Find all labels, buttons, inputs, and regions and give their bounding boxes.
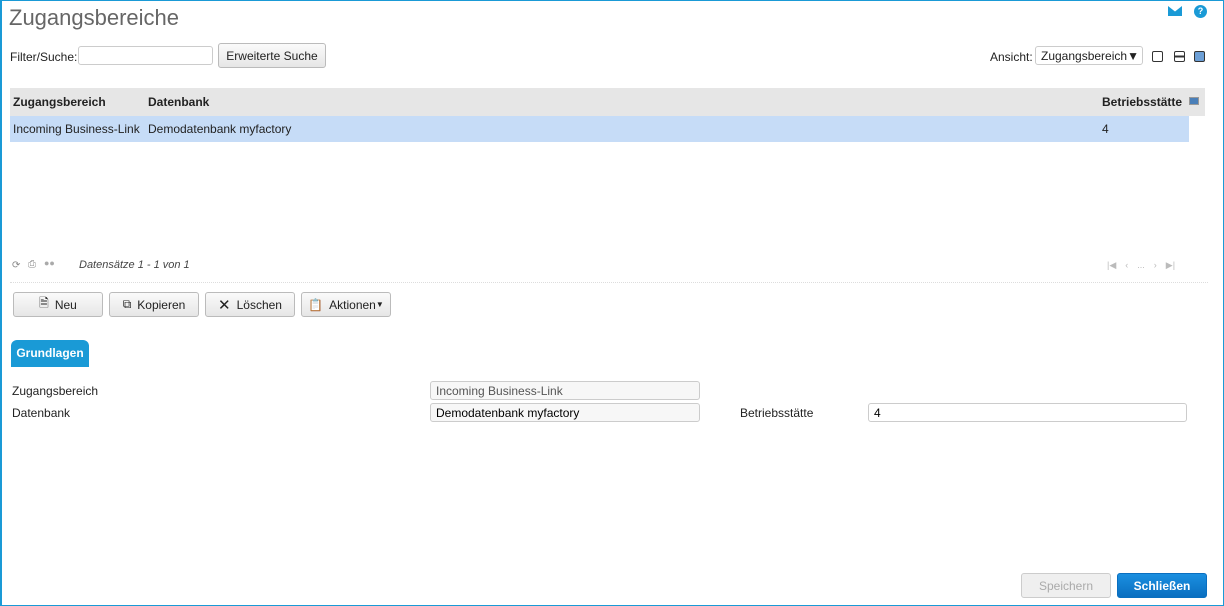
actions-button[interactable]: 📋 Aktionen ▼ bbox=[301, 292, 391, 317]
page-title: Zugangsbereiche bbox=[9, 5, 180, 30]
column-header[interactable]: Datenbank bbox=[148, 88, 209, 116]
new-button[interactable]: 🗎 Neu bbox=[13, 292, 103, 317]
settings-dots-icon[interactable]: ●● bbox=[44, 258, 55, 268]
document-icon: 🗎 bbox=[39, 296, 49, 310]
delete-button[interactable]: ✕ Löschen bbox=[205, 292, 295, 317]
filter-label: Filter/Suche: bbox=[10, 50, 78, 64]
help-icon[interactable]: ? bbox=[1194, 5, 1207, 18]
layout-split-icon[interactable] bbox=[1174, 51, 1185, 62]
table-row[interactable]: Incoming Business-Link Demodatenbank myf… bbox=[10, 116, 1189, 142]
cell-datenbank: Demodatenbank myfactory bbox=[148, 122, 292, 136]
save-button[interactable]: Speichern bbox=[1021, 573, 1111, 598]
next-page-icon[interactable]: › bbox=[1154, 260, 1157, 271]
view-select[interactable]: Zugangsbereich ▼ bbox=[1035, 46, 1143, 65]
print-icon[interactable]: ⎙ bbox=[28, 259, 36, 270]
column-header[interactable]: Zugangsbereich bbox=[13, 88, 106, 116]
zugangsbereich-label: Zugangsbereich bbox=[12, 384, 99, 398]
close-button[interactable]: Schließen bbox=[1117, 573, 1207, 598]
tab-grundlagen[interactable]: Grundlagen bbox=[11, 340, 89, 367]
caret-down-icon: ▼ bbox=[375, 300, 384, 309]
refresh-icon[interactable]: ⟳ bbox=[12, 260, 20, 271]
first-page-icon[interactable]: |◀ bbox=[1107, 260, 1116, 271]
page-ellipsis: ... bbox=[1137, 260, 1145, 270]
grid-header: Zugangsbereich Datenbank Betriebsstätte bbox=[10, 88, 1205, 116]
zugangsbereich-field[interactable] bbox=[430, 381, 700, 400]
datenbank-field[interactable] bbox=[430, 403, 700, 422]
divider bbox=[10, 282, 1208, 283]
cell-betriebsstaette: 4 bbox=[1102, 122, 1109, 136]
layout-detail-icon[interactable] bbox=[1194, 51, 1205, 62]
column-chooser-icon[interactable] bbox=[1189, 97, 1199, 105]
advanced-search-button[interactable]: Erweiterte Suche bbox=[218, 43, 326, 68]
prev-page-icon[interactable]: ‹ bbox=[1125, 260, 1128, 271]
layout-list-icon[interactable] bbox=[1152, 51, 1163, 62]
copy-icon: ⧉ bbox=[122, 297, 132, 311]
filter-input[interactable] bbox=[78, 46, 213, 65]
clipboard-icon: 📋 bbox=[308, 297, 324, 312]
cell-zugangsbereich: Incoming Business-Link bbox=[13, 122, 140, 136]
datenbank-label: Datenbank bbox=[12, 406, 71, 420]
view-label: Ansicht: bbox=[990, 50, 1033, 64]
column-header[interactable]: Betriebsstätte bbox=[1102, 88, 1182, 116]
copy-button[interactable]: ⧉ Kopieren bbox=[109, 292, 199, 317]
close-icon: ✕ bbox=[218, 296, 231, 314]
chevron-down-icon: ▼ bbox=[1127, 49, 1139, 63]
pager: |◀ ‹ ... › ▶| bbox=[1107, 260, 1175, 271]
betriebsstaette-label: Betriebsstätte bbox=[740, 406, 814, 420]
betriebsstaette-field[interactable] bbox=[868, 403, 1187, 422]
last-page-icon[interactable]: ▶| bbox=[1166, 260, 1175, 271]
record-count: Datensätze 1 - 1 von 1 bbox=[79, 259, 190, 271]
